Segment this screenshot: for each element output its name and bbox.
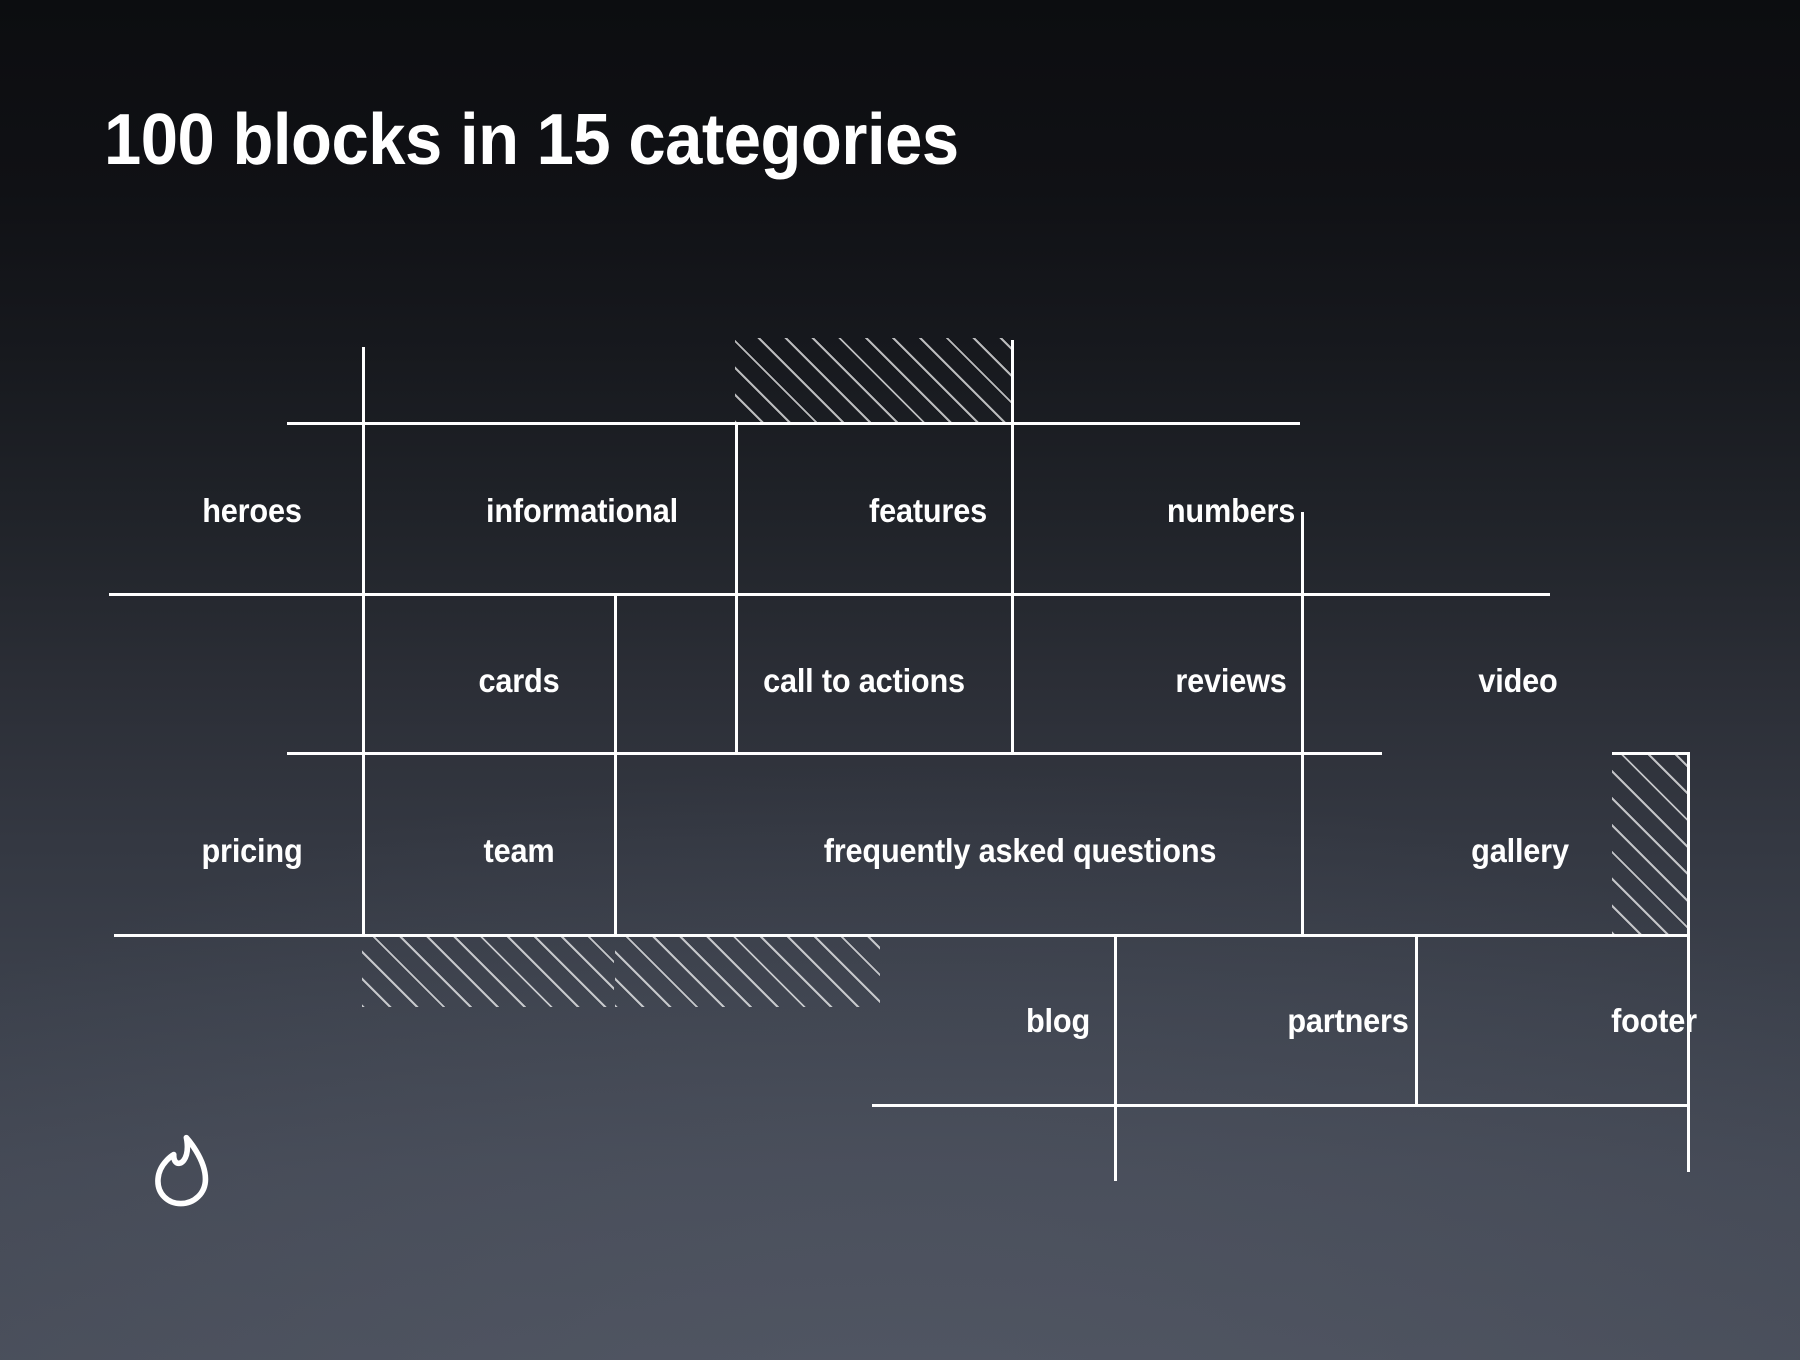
category-cell-informational[interactable]: informational (486, 492, 678, 530)
category-cell-heroes[interactable]: heroes (202, 492, 302, 530)
grid-line-v-h (1415, 934, 1418, 1105)
category-cell-cards[interactable]: cards (479, 662, 560, 700)
grid-line-h-4 (114, 934, 1690, 937)
page-title: 100 blocks in 15 categories (104, 100, 959, 180)
category-cell-footer[interactable]: footer (1611, 1002, 1697, 1040)
grid-line-v-a (362, 347, 365, 935)
category-cell-features[interactable]: features (869, 492, 987, 530)
category-cell-reviews[interactable]: reviews (1175, 662, 1287, 700)
hatch-block-right (1612, 753, 1687, 934)
grid-line-v-b (735, 422, 738, 753)
category-cell-team[interactable]: team (484, 832, 555, 870)
category-cell-partners[interactable]: partners (1287, 1002, 1409, 1040)
grid-line-v-f (1687, 752, 1690, 1172)
grid-line-v-d (614, 593, 617, 934)
slide-canvas: 100 blocks in 15 categories heroes inform… (0, 0, 1800, 1360)
category-cell-video[interactable]: video (1478, 662, 1557, 700)
grid-line-h-5 (872, 1104, 1690, 1107)
grid-line-h-3 (287, 752, 1382, 755)
grid-line-v-g (1114, 934, 1117, 1181)
category-cell-pricing[interactable]: pricing (201, 832, 302, 870)
grid-line-v-c (1011, 340, 1014, 753)
category-cell-frequently-asked-questions[interactable]: frequently asked questions (824, 832, 1217, 870)
category-cell-blog[interactable]: blog (1026, 1002, 1090, 1040)
hatch-block-bottom-left (362, 935, 614, 1007)
flame-icon (140, 1128, 224, 1212)
category-cell-gallery[interactable]: gallery (1471, 832, 1569, 870)
grid-line-v-e (1301, 512, 1304, 935)
category-cell-call-to-actions[interactable]: call to actions (763, 662, 965, 700)
hatch-block-top (735, 338, 1011, 423)
hatch-block-bottom-mid (615, 935, 880, 1007)
category-cell-numbers[interactable]: numbers (1167, 492, 1295, 530)
grid-line-h-2 (109, 593, 1550, 596)
